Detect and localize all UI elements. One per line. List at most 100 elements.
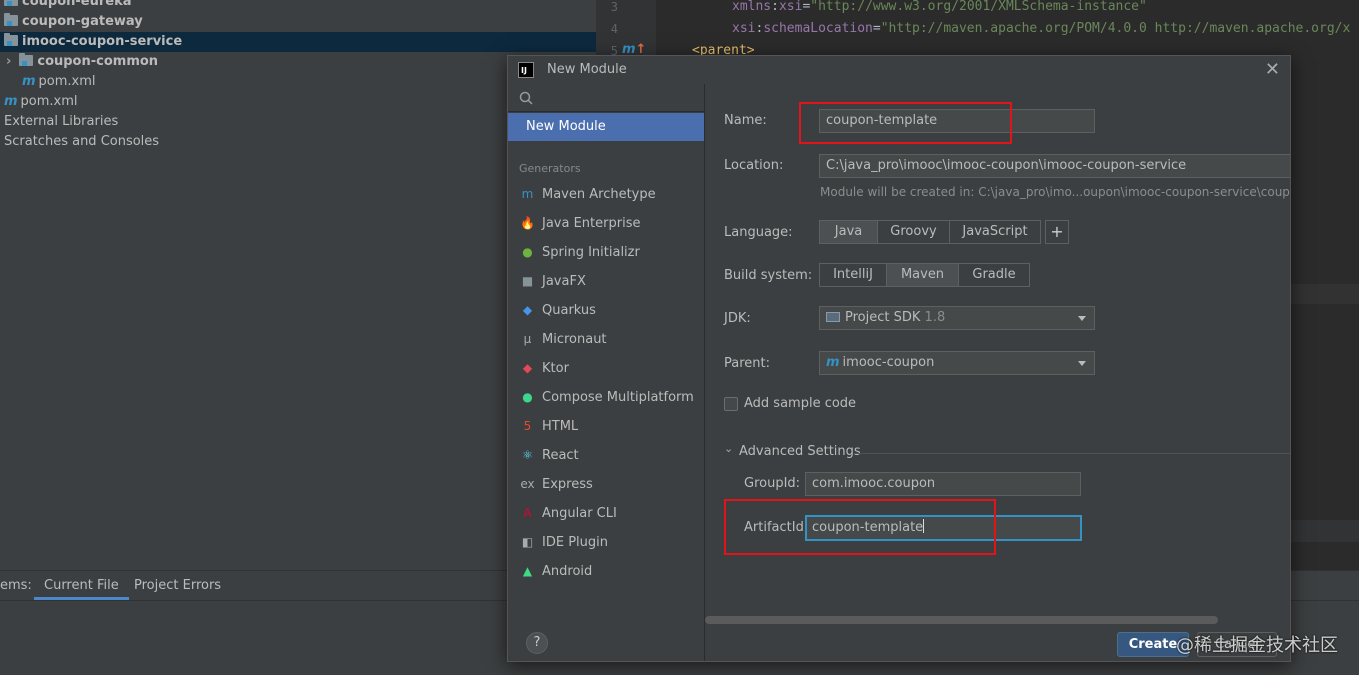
generator-icon: ◧ [521, 535, 534, 549]
chevron-right-icon[interactable]: › [6, 54, 11, 69]
generator-item[interactable]: ■ JavaFX [520, 270, 586, 292]
jdk-version: 1.8 [924, 310, 946, 325]
tree-item-label: Scratches and Consoles [4, 134, 160, 149]
language-selector: Java Groovy JavaScript [819, 220, 1041, 244]
add-language-button[interactable]: + [1045, 220, 1069, 244]
tree-item-external-libraries[interactable]: External Libraries [4, 112, 118, 132]
sidebar-item-new-module[interactable]: New Module [508, 113, 704, 141]
advanced-settings-toggle[interactable]: Advanced Settings [739, 444, 861, 459]
generator-item[interactable]: ◆ Quarkus [520, 299, 596, 321]
intellij-logo-icon [518, 57, 534, 85]
sdk-folder-icon [826, 312, 840, 322]
build-option-maven[interactable]: Maven [887, 264, 959, 286]
code-attr: schemaLocation [763, 21, 873, 36]
sample-code-label: Add sample code [744, 396, 857, 411]
generator-item[interactable]: ◆ Ktor [520, 357, 569, 379]
tree-item-coupon-eureka[interactable]: coupon-eureka [4, 0, 132, 12]
build-system-selector: IntelliJ Maven Gradle [819, 263, 1030, 287]
generator-label: Maven Archetype [542, 187, 656, 202]
generator-item[interactable]: 5 HTML [520, 415, 579, 437]
search-icon [519, 91, 533, 105]
generator-item[interactable]: m Maven Archetype [520, 183, 656, 205]
language-option-javascript[interactable]: JavaScript [950, 221, 1040, 243]
dialog-title: New Module [547, 62, 627, 77]
generator-item[interactable]: ex Express [520, 473, 592, 495]
name-label: Name: [724, 113, 767, 128]
generator-icon: ■ [521, 274, 534, 288]
code-namespace: xmlns [732, 0, 772, 14]
generator-item[interactable]: ● Compose Multiplatform [520, 386, 694, 408]
tree-item-label: External Libraries [4, 114, 119, 129]
generator-icon: 5 [523, 419, 532, 433]
generator-label: Quarkus [542, 303, 596, 318]
generator-icon: μ [523, 332, 532, 346]
tree-item-label: coupon-eureka [22, 0, 132, 9]
help-button[interactable]: ? [526, 632, 548, 654]
tree-item-imooc-coupon-service[interactable]: imooc-coupon-service [0, 32, 596, 52]
highlight-box [724, 499, 996, 555]
maven-icon: m [22, 74, 36, 89]
code-string: "http://www.w3.org/2001/XMLSchema-instan… [810, 0, 1147, 14]
generator-list: New Module Generators m Maven Archetype 🔥 J… [508, 84, 705, 661]
generator-icon: ▲ [522, 564, 533, 578]
tree-item-label: coupon-gateway [22, 14, 143, 29]
generator-icon: ● [522, 245, 533, 259]
tree-item-pom-xml[interactable]: m pom.xml [22, 72, 96, 92]
build-option-intellij[interactable]: IntelliJ [820, 264, 887, 286]
code-string: "http://maven.apache.org/POM/4.0.0 http:… [880, 21, 1351, 36]
module-folder-icon [4, 0, 18, 6]
generator-label: IDE Plugin [542, 535, 608, 550]
chevron-down-icon[interactable]: ⌄ [724, 442, 733, 455]
line-number: 4 [610, 22, 618, 36]
watermark: @稀土掘金技术社区 [1176, 635, 1338, 656]
parent-dropdown[interactable]: m imooc-coupon [819, 351, 1095, 375]
generator-item[interactable]: ⚛ React [520, 444, 579, 466]
generator-item[interactable]: ▲ Android [520, 560, 592, 582]
sample-code-checkbox[interactable] [724, 397, 738, 411]
tree-item-root-pom-xml[interactable]: m pom.xml [4, 92, 78, 112]
module-folder-icon [19, 53, 34, 66]
build-option-gradle[interactable]: Gradle [959, 264, 1029, 286]
editor-caret-row [1291, 284, 1359, 304]
generator-item[interactable]: ● Spring Initializr [520, 241, 640, 263]
maven-icon: m [4, 94, 18, 109]
horizontal-scrollbar[interactable] [705, 616, 1218, 624]
tree-item-label: pom.xml [20, 94, 78, 109]
language-option-java[interactable]: Java [820, 221, 878, 243]
generator-icon: m [521, 187, 534, 201]
generator-item[interactable]: 🔥 Java Enterprise [520, 212, 640, 234]
tab-current-file[interactable]: Current File [34, 571, 129, 600]
generator-icon: 🔥 [520, 216, 535, 230]
location-hint: Module will be created in: C:\java_pro\i… [820, 185, 1290, 199]
parent-label: Parent: [724, 356, 770, 371]
new-module-dialog: New Module ✕ New Module Generators m Mave… [507, 55, 1291, 662]
location-label: Location: [724, 158, 784, 173]
generator-item[interactable]: A Angular CLI [520, 502, 617, 524]
jdk-label: JDK: [724, 311, 751, 326]
jdk-dropdown[interactable]: Project SDK 1.8 [819, 306, 1095, 330]
generator-item[interactable]: μ Micronaut [520, 328, 607, 350]
generator-label: Angular CLI [542, 506, 617, 521]
generator-label: React [542, 448, 579, 463]
generators-heading: Generators [519, 162, 581, 175]
generator-label: HTML [542, 419, 579, 434]
close-icon[interactable]: ✕ [1265, 56, 1280, 84]
generator-icon: ◆ [522, 361, 533, 375]
generator-search[interactable] [508, 84, 705, 112]
tree-item-label: imooc-coupon-service [22, 34, 183, 49]
maven-icon: m [826, 355, 840, 370]
tree-item-coupon-common[interactable]: › coupon-common [6, 52, 158, 72]
tree-item-coupon-gateway[interactable]: coupon-gateway [4, 12, 143, 32]
module-form: Name: coupon-template Location: C:\java_… [705, 84, 1290, 661]
generator-label: Java Enterprise [542, 216, 641, 231]
generator-label: Spring Initializr [542, 245, 640, 260]
generator-icon: A [523, 506, 532, 520]
location-input[interactable]: C:\java_pro\imooc\imooc-coupon\imooc-cou… [819, 154, 1290, 178]
language-option-groovy[interactable]: Groovy [878, 221, 950, 243]
generator-item[interactable]: ◧ IDE Plugin [520, 531, 608, 553]
tab-project-errors[interactable]: Project Errors [134, 571, 221, 600]
dialog-titlebar: New Module ✕ [508, 56, 1290, 85]
groupid-input[interactable]: com.imooc.coupon [805, 472, 1081, 496]
build-system-label: Build system: [724, 268, 813, 283]
tree-item-scratches[interactable]: Scratches and Consoles [4, 132, 159, 152]
